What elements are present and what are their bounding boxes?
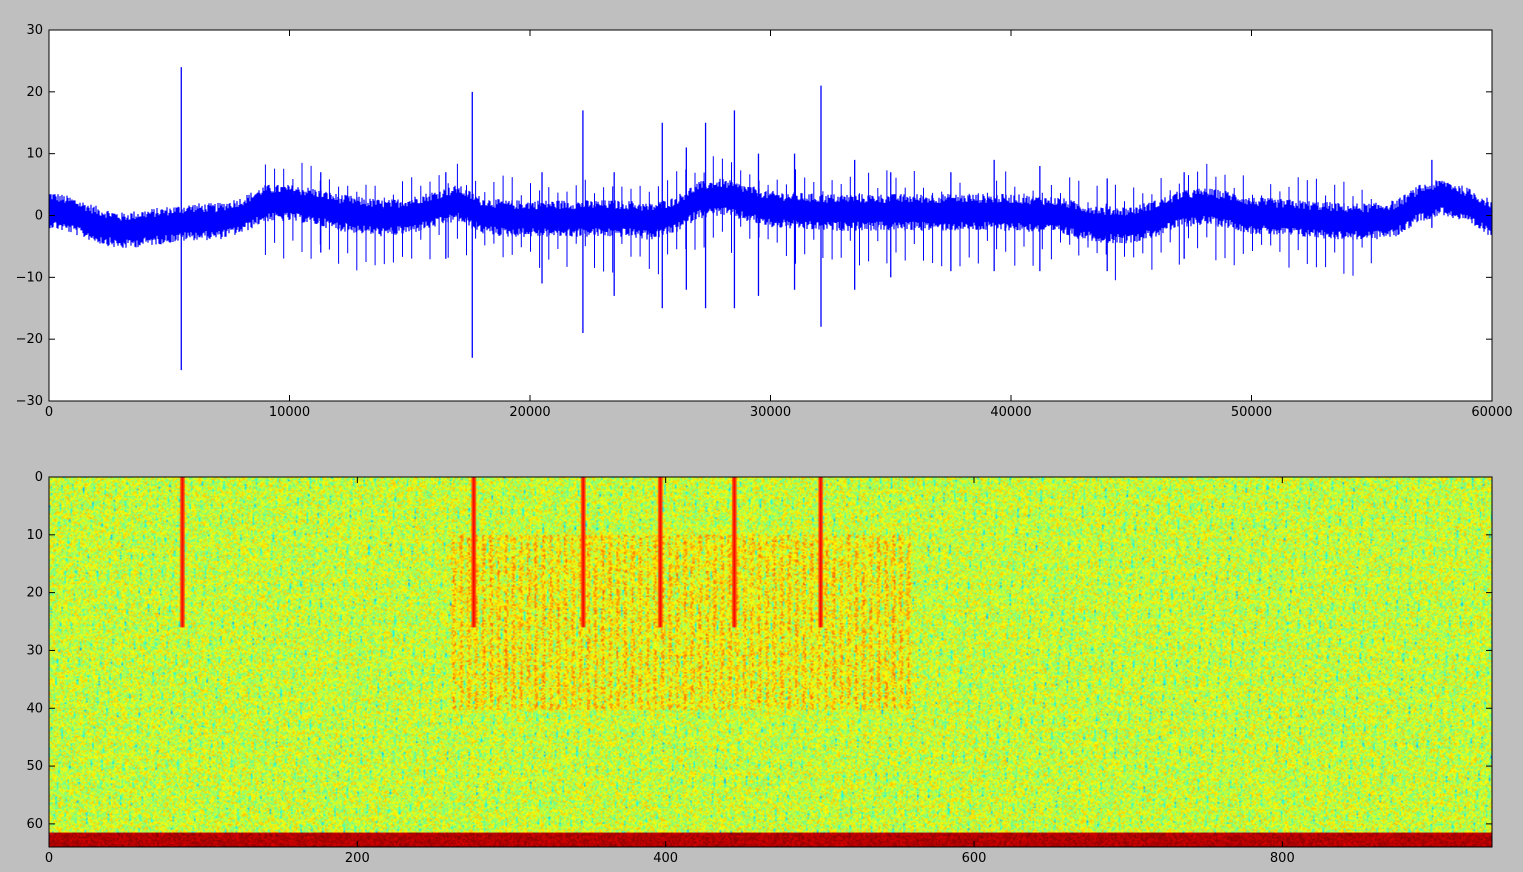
x-tick-label: 30000	[750, 405, 791, 420]
x-tick-label: 0	[45, 405, 53, 420]
y-tick-label: 40	[26, 701, 43, 716]
figure: 0 10000 20000 30000 40000 50000 600003020100−1…	[16, 23, 1513, 866]
x-tick-label: 600	[962, 851, 987, 866]
spectrogram-image	[49, 477, 1492, 847]
x-tick-label: 200	[345, 851, 370, 866]
y-tick-label: 20	[26, 586, 43, 601]
y-tick-label: 30	[26, 643, 43, 658]
y-tick-label: −20	[16, 332, 43, 347]
y-tick-label: 30	[26, 23, 43, 38]
y-tick-label: 10	[26, 147, 43, 162]
x-tick-label: 20000	[509, 405, 550, 420]
x-tick-label: 800	[1270, 851, 1295, 866]
x-tick-label: 40000	[990, 405, 1031, 420]
x-tick-label: 10000	[269, 405, 310, 420]
y-tick-label: 60	[26, 817, 43, 832]
y-tick-label: −10	[16, 270, 43, 285]
y-tick-label: 0	[35, 470, 43, 485]
spectrogram-plot: 0 200 400 600 800 0 10 20 30 40 50 60	[26, 470, 1493, 866]
x-tick-label: 0	[45, 851, 53, 866]
x-tick-label: 60000	[1471, 405, 1512, 420]
x-tick-label: 50000	[1231, 405, 1272, 420]
y-tick-label: 10	[26, 528, 43, 543]
x-tick-label: 400	[653, 851, 678, 866]
y-tick-label: 20	[26, 85, 43, 100]
y-tick-label: 50	[26, 759, 43, 774]
signal-plot: 0 10000 20000 30000 40000 50000 60000 30 20 10 0 −1…	[16, 23, 1513, 420]
y-tick-label: 0	[35, 209, 43, 224]
y-tick-label: −30	[16, 394, 43, 409]
